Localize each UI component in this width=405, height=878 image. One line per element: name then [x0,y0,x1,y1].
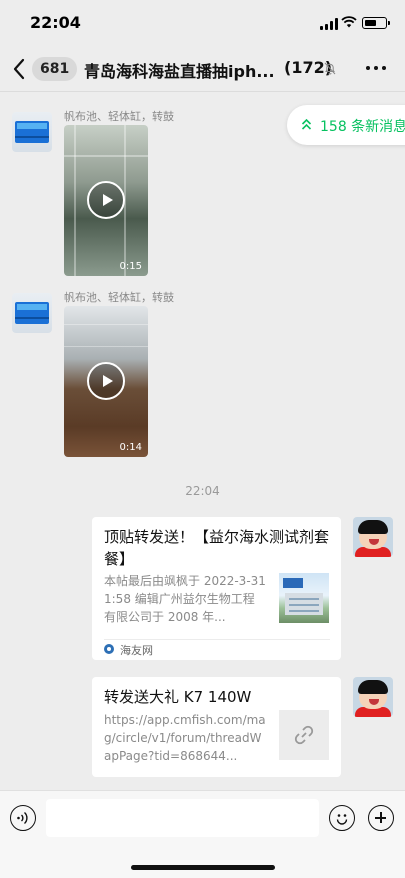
home-indicator [131,865,275,870]
wifi-icon [341,16,357,28]
emoji-button[interactable] [329,805,355,831]
source-name: 海友网 [120,644,153,657]
unread-count-badge[interactable]: 681 [32,57,78,81]
source-logo-icon [104,644,114,654]
chat-input-bar [0,790,405,878]
new-messages-label: 158 条新消息 [320,119,405,135]
voice-icon [17,811,28,825]
link-card-description: 本帖最后由飒枫于 2022-3-311:58 编辑广州益尔生物工程有限公司于 2… [104,574,266,624]
message-input[interactable] [46,799,319,837]
my-avatar[interactable] [353,677,393,717]
link-icon [294,725,314,745]
cellular-signal-icon [320,18,338,30]
link-card-title: 顶贴转发送！【益尔海水测试剂套餐】 [104,528,330,568]
more-options-icon[interactable] [366,66,386,72]
add-more-button[interactable] [368,805,394,831]
battery-icon [362,17,390,29]
battery-level [364,19,376,26]
link-card-thumbnail [279,573,329,623]
link-card[interactable]: 顶贴转发送！【益尔海水测试剂套餐】 本帖最后由飒枫于 2022-3-311:58… [92,517,341,660]
my-avatar[interactable] [353,517,393,557]
navbar-divider [0,91,405,92]
status-time: 22:04 [30,13,81,32]
double-chevron-up-icon [301,118,312,130]
voice-input-button[interactable] [10,805,36,831]
chat-navbar: 681 青岛海科海盐直播抽iph... (172) [0,46,405,92]
video-message[interactable]: 0:15 [64,125,148,276]
sender-name: 帆布池、轻体缸，转鼓 [64,291,174,304]
play-icon[interactable] [87,181,125,219]
sender-name: 帆布池、轻体缸，转鼓 [64,110,174,123]
video-duration: 0:15 [119,261,142,272]
status-bar: 22:04 [0,0,405,46]
sender-avatar[interactable] [12,293,52,333]
emoji-icon [336,814,348,825]
chat-title[interactable]: 青岛海科海盐直播抽iph... [84,58,280,82]
link-card-title: 转发送大礼 K7 140W [104,688,252,706]
play-icon[interactable] [87,362,125,400]
mute-bell-icon [324,62,336,75]
video-duration: 0:14 [119,442,142,453]
link-card-divider [104,639,330,640]
sender-avatar[interactable] [12,112,52,152]
back-chevron-icon[interactable] [12,58,26,80]
message-timestamp: 22:04 [185,484,220,498]
link-card[interactable]: 转发送大礼 K7 140W https://app.cmfish.com/mag… [92,677,341,777]
link-thumbnail [279,710,329,760]
video-message[interactable]: 0:14 [64,306,148,457]
new-messages-pill[interactable]: 158 条新消息 [287,105,405,145]
link-card-url: https://app.cmfish.com/mag/circle/v1/for… [104,713,266,763]
